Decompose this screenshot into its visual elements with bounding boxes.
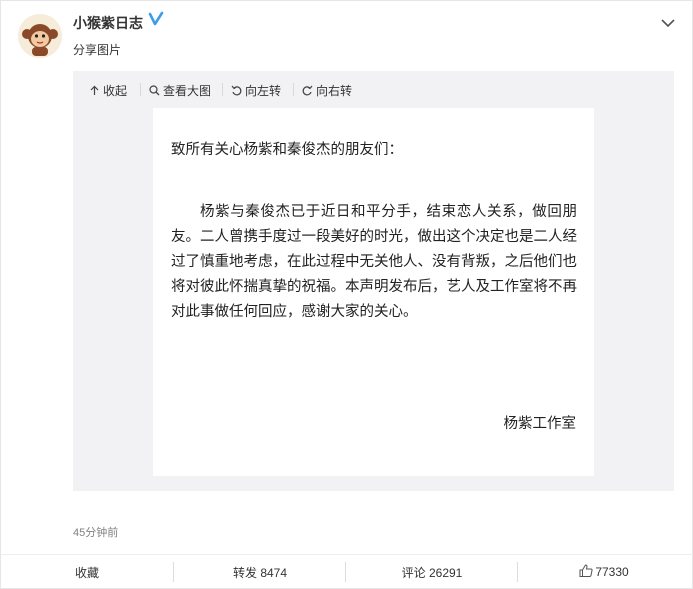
letter-signature: 杨紫工作室 (503, 416, 577, 432)
toolbar-divider (293, 83, 294, 96)
comment-button[interactable]: 评论 26291 (346, 555, 518, 589)
rotate-right-button[interactable]: 向右转 (302, 82, 352, 99)
collapse-button[interactable]: 收起 (89, 82, 127, 99)
repost-button[interactable]: 转发 8474 (174, 555, 346, 589)
username[interactable]: 小猴紫日志 (73, 13, 143, 33)
verified-badge-icon (148, 11, 164, 27)
rotate-right-icon (302, 85, 313, 96)
image-expanded-panel: 收起 查看大图 向左转 向右转 致所有关心杨紫和秦俊杰的朋友们： 杨紫与秦俊杰已… (73, 71, 674, 491)
image-toolbar: 收起 查看大图 向左转 向右转 (73, 71, 674, 107)
view-large-label: 查看大图 (163, 84, 212, 98)
rotate-left-label: 向左转 (245, 84, 282, 98)
rotate-right-label: 向右转 (316, 84, 353, 98)
collapse-label: 收起 (103, 84, 128, 98)
toolbar-divider (140, 83, 141, 96)
letter-body: 杨紫与秦俊杰已于近日和平分手，结束恋人关系，做回朋友。二人曾携手度过一段美好的时… (171, 204, 577, 320)
view-large-button[interactable]: 查看大图 (149, 82, 211, 99)
post-subtitle: 分享图片 (73, 43, 122, 57)
action-bar: 收藏 转发 8474 评论 26291 77330 (1, 554, 693, 589)
comment-label: 评论 26291 (401, 565, 463, 580)
chevron-down-icon[interactable] (661, 15, 675, 28)
statement-image[interactable]: 致所有关心杨紫和秦俊杰的朋友们： 杨紫与秦俊杰已于近日和平分手，结束恋人关系，做… (153, 108, 594, 476)
collapse-arrow-icon (89, 85, 100, 96)
letter-greeting: 致所有关心杨紫和秦俊杰的朋友们： (171, 142, 403, 158)
post-timestamp[interactable]: 45分钟前 (73, 524, 118, 540)
toolbar-divider (222, 83, 223, 96)
thumbs-up-icon (579, 564, 593, 580)
like-count: 77330 (595, 565, 629, 579)
favorite-button[interactable]: 收藏 (1, 555, 173, 589)
rotate-left-icon (231, 85, 242, 96)
rotate-left-button[interactable]: 向左转 (231, 82, 281, 99)
repost-label: 转发 8474 (232, 565, 288, 580)
favorite-label: 收藏 (74, 565, 99, 580)
weibo-post-card: 小猴紫日志 分享图片 收起 查看大图 向左转 向右转 致所有关心杨紫和秦俊杰的朋… (0, 0, 693, 589)
magnifier-icon (149, 85, 160, 96)
avatar[interactable] (18, 14, 62, 58)
like-button[interactable]: 77330 (518, 555, 690, 589)
